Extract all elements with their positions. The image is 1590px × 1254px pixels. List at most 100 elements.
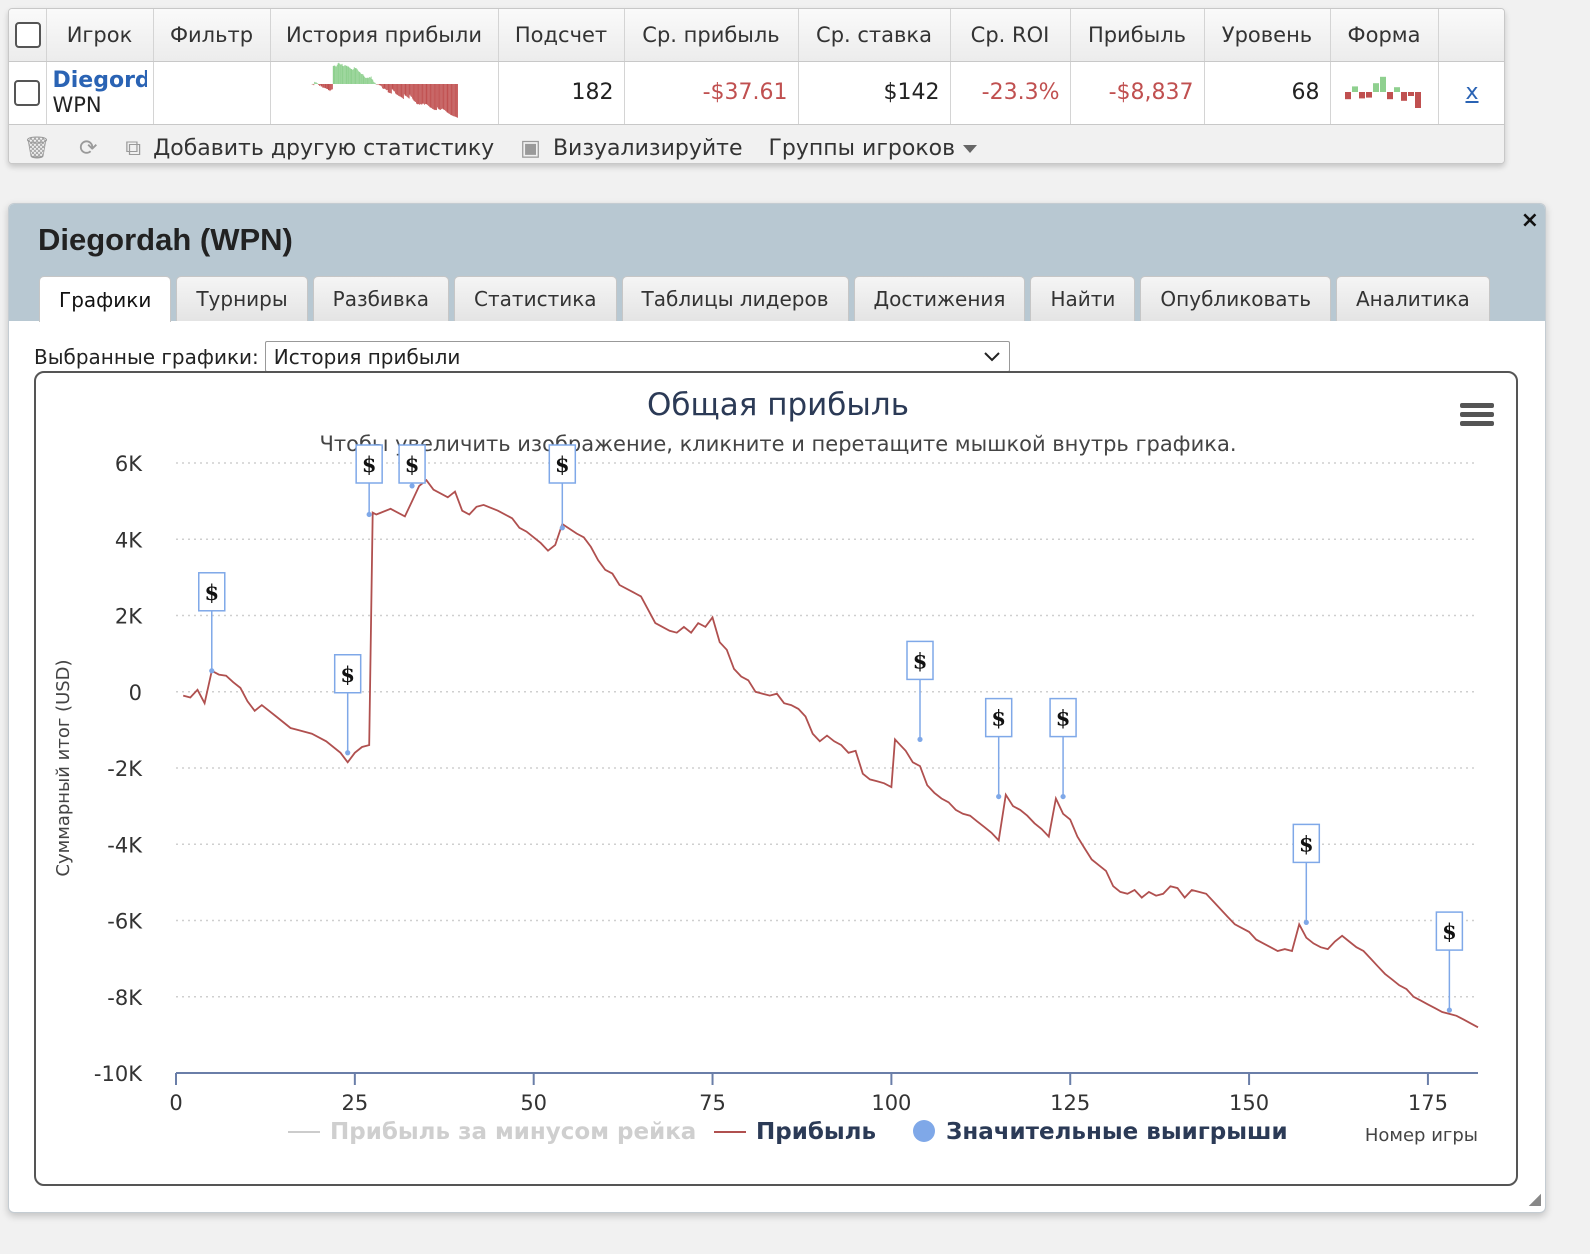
- chart-select-dropdown[interactable]: История прибыли: [264, 341, 1010, 372]
- x-tick-label: 50: [520, 1091, 547, 1115]
- column-header-form[interactable]: Форма: [1330, 9, 1439, 62]
- significant-win-marker[interactable]: $: [1292, 823, 1321, 926]
- sparkline-bar: [381, 83, 383, 88]
- sparkline-bar: [401, 83, 403, 98]
- sparkline-bar: [325, 83, 328, 89]
- significant-win-marker[interactable]: $: [984, 697, 1013, 800]
- significant-win-marker[interactable]: $: [355, 444, 383, 518]
- tab-statistics[interactable]: Статистика: [454, 276, 617, 321]
- sparkline-bar: [334, 65, 337, 84]
- legend-item-profit[interactable]: Прибыль: [756, 1119, 876, 1145]
- legend-item-significant-wins[interactable]: Значительные выигрыши: [946, 1119, 1288, 1145]
- sparkline-bar: [350, 68, 352, 84]
- form-bar: [1365, 91, 1372, 98]
- profit-chart-container[interactable]: Общая прибыль Чтобы увеличить изображение…: [34, 371, 1518, 1186]
- sparkline-bar: [327, 83, 330, 90]
- remove-player-link[interactable]: x: [1465, 80, 1478, 105]
- y-tick-label: -8K: [107, 986, 143, 1010]
- tab-publish[interactable]: Опубликовать: [1140, 276, 1331, 321]
- resize-handle-icon[interactable]: ◢: [1529, 1189, 1541, 1208]
- sparkline-bar: [363, 75, 364, 84]
- significant-win-marker[interactable]: $: [548, 444, 577, 531]
- chart-menu-icon[interactable]: [1460, 403, 1494, 426]
- column-header-avg-roi[interactable]: Ср. ROI: [950, 9, 1071, 62]
- sparkline-bar: [329, 83, 331, 90]
- sparkline-bar: [362, 73, 363, 84]
- profit-value: -$8,837: [1070, 61, 1205, 125]
- svg-text:$: $: [204, 580, 219, 605]
- filter-cell[interactable]: [153, 61, 271, 125]
- chart-subtitle: Чтобы увеличить изображение, кликните и …: [319, 432, 1236, 456]
- sparkline-bar: [377, 83, 379, 84]
- legend-item-net-profit[interactable]: Прибыль за минусом рейка: [330, 1119, 696, 1145]
- close-icon[interactable]: ×: [1521, 208, 1539, 233]
- add-stat-button[interactable]: ⧉ Добавить другую статистику: [125, 136, 494, 161]
- sparkline-bar: [358, 71, 359, 84]
- sparkline-bar: [386, 83, 388, 90]
- player-groups-dropdown[interactable]: Группы игроков: [769, 136, 978, 161]
- player-cell[interactable]: Diegordah WPN: [46, 61, 154, 125]
- profit-line: [182, 478, 1479, 1029]
- sparkline-bar: [316, 82, 317, 84]
- sparkline-bar: [424, 83, 426, 104]
- sparkline-bar: [445, 83, 447, 112]
- form-bar: [1351, 85, 1358, 92]
- dialog-title: Diegordah (WPN): [38, 222, 293, 257]
- level-value: 68: [1204, 61, 1331, 125]
- sparkline-bar: [448, 83, 450, 114]
- row-checkbox[interactable]: [14, 79, 40, 106]
- column-header-player[interactable]: Игрок: [46, 9, 154, 62]
- refresh-icon[interactable]: ⟳: [79, 136, 97, 161]
- chart-title: Общая прибыль: [647, 387, 909, 423]
- x-tick-label: 100: [871, 1091, 911, 1115]
- significant-win-marker[interactable]: $: [398, 444, 426, 489]
- select-all-checkbox[interactable]: [15, 21, 41, 48]
- player-name-link[interactable]: Diegordah: [53, 69, 147, 93]
- column-header-count[interactable]: Подсчет: [498, 9, 625, 62]
- player-stats-panel: Игрок Фильтр История прибыли Подсчет Ср.…: [8, 8, 1505, 164]
- column-header-level[interactable]: Уровень: [1204, 9, 1331, 62]
- significant-win-marker[interactable]: $: [906, 640, 934, 743]
- tab-tournaments[interactable]: Турниры: [176, 276, 308, 321]
- sparkline-bar: [418, 83, 420, 105]
- sparkline-bar: [323, 83, 325, 88]
- column-header-profit[interactable]: Прибыль: [1070, 9, 1205, 62]
- tab-leaderboards[interactable]: Таблицы лидеров: [621, 276, 849, 321]
- significant-win-marker[interactable]: $: [1049, 697, 1077, 800]
- visualize-button[interactable]: ▣ Визуализируйте: [520, 136, 742, 161]
- sparkline-bar: [432, 83, 434, 109]
- sparkline-bar: [344, 64, 346, 84]
- column-header-avg-stake[interactable]: Ср. ставка: [798, 9, 951, 62]
- profit-chart[interactable]: Общая прибыль Чтобы увеличить изображение…: [36, 373, 1518, 1186]
- svg-text:$: $: [340, 662, 355, 687]
- sparkline-bar: [360, 73, 363, 84]
- sparkline-bar: [375, 83, 377, 84]
- sparkline-bar: [442, 83, 443, 109]
- sparkline-bar: [451, 83, 453, 116]
- column-header-avg-profit[interactable]: Ср. прибыль: [624, 9, 799, 62]
- column-header-filter[interactable]: Фильтр: [153, 9, 271, 62]
- tab-analytics[interactable]: Аналитика: [1336, 276, 1490, 321]
- sparkline-bar: [342, 65, 344, 84]
- tab-breakdown[interactable]: Разбивка: [312, 276, 450, 321]
- chevron-down-icon: [984, 351, 1000, 361]
- svg-text:$: $: [1056, 706, 1071, 731]
- sparkline-bar: [370, 76, 372, 84]
- y-axis-title: Суммарный итог (USD): [53, 659, 74, 876]
- row-select-cell[interactable]: [9, 61, 47, 125]
- sparkline-bar: [358, 71, 360, 84]
- significant-win-marker[interactable]: $: [333, 654, 362, 756]
- tab-charts[interactable]: Графики: [39, 276, 172, 322]
- tab-achievements[interactable]: Достижения: [853, 276, 1026, 321]
- significant-win-marker[interactable]: $: [1435, 911, 1464, 1013]
- sparkline-bar: [382, 83, 384, 89]
- chart-select-label: Выбранные графики:: [34, 344, 259, 369]
- significant-win-marker[interactable]: $: [198, 572, 226, 674]
- sparkline-bar: [414, 83, 416, 102]
- sparkline-bar: [417, 83, 419, 104]
- select-all-cell[interactable]: [9, 9, 47, 62]
- column-header-profit-history[interactable]: История прибыли: [270, 9, 499, 62]
- tab-find[interactable]: Найти: [1030, 276, 1136, 321]
- sparkline-bar: [367, 76, 368, 84]
- trash-icon[interactable]: 🗑: [23, 136, 51, 161]
